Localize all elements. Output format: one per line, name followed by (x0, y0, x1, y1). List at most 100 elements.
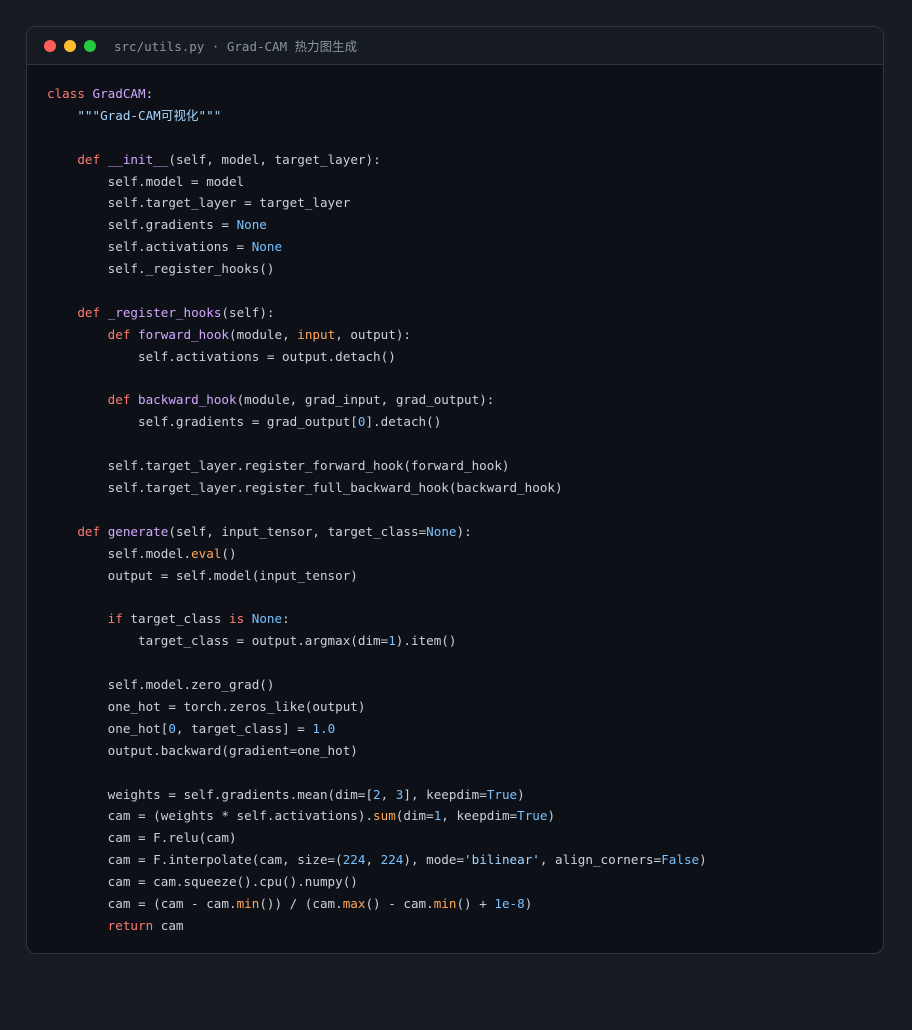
code-token: input (297, 326, 336, 342)
code-token: def (77, 304, 101, 320)
code-token: __init__ (107, 151, 169, 167)
code-token: ) (524, 895, 533, 911)
close-window-button[interactable] (44, 39, 56, 52)
code-line: self.model.zero_grad() (47, 674, 707, 696)
window-titlebar: src/utils.py · Grad-CAM 热力图生成 (27, 27, 883, 65)
code-token: () + (456, 895, 495, 911)
code-token: def (107, 392, 131, 408)
code-token: : (282, 611, 290, 627)
code-token: 224 (342, 852, 366, 868)
code-line: one_hot = torch.zeros_like(output) (47, 696, 707, 718)
code-token: 1e-8 (494, 895, 525, 911)
code-token: None (426, 523, 457, 539)
code-line: one_hot[0, target_class] = 1.0 (47, 718, 707, 740)
code-token: 2 (373, 786, 381, 802)
maximize-window-button[interactable] (84, 39, 96, 52)
code-token: target_class (122, 611, 229, 627)
code-token: 'bilinear' (464, 852, 540, 868)
code-line: ​ (47, 280, 707, 302)
code-line: self.model.eval() (47, 543, 707, 565)
code-token: min (433, 895, 457, 911)
code-line: self.activations = output.detach() (47, 346, 707, 368)
code-token: (self, input_tensor, target_class= (168, 523, 427, 539)
code-token: self._register_hooks() (47, 261, 275, 277)
code-token: 0 (168, 720, 176, 736)
code-token: cam (153, 917, 184, 933)
code-token: generate (107, 523, 169, 539)
code-token: class (47, 86, 85, 101)
code-token: , (380, 786, 396, 802)
code-line: class GradCAM: (47, 83, 707, 105)
code-token: ): (456, 523, 472, 539)
code-token: , (365, 852, 381, 868)
code-line: cam = (cam - cam.min()) / (cam.max() - c… (47, 893, 707, 915)
code-line: cam = cam.squeeze().cpu().numpy() (47, 871, 707, 893)
code-line: cam = F.relu(cam) (47, 827, 707, 849)
code-token: cam = F.relu(cam) (47, 830, 237, 846)
code-token: return (107, 917, 154, 933)
code-token: self.target_layer.register_forward_hook(… (47, 458, 510, 474)
code-token: (module, (229, 326, 298, 342)
code-token: cam = (weights * self.activations). (47, 808, 374, 824)
code-token: None (251, 611, 283, 627)
code-line: self.target_layer.register_full_backward… (47, 477, 707, 499)
code-token: (self): (221, 304, 275, 320)
code-token: , output): (335, 326, 412, 342)
minimize-window-button[interactable] (64, 39, 76, 52)
code-line: ​ (47, 127, 707, 149)
code-token: self.model. (47, 545, 192, 561)
code-token: True (486, 786, 518, 802)
code-line: self.target_layer = target_layer (47, 192, 707, 214)
code-token: cam = F.interpolate(cam, size=( (47, 852, 343, 868)
code-token: forward_hook (138, 326, 230, 342)
window-title: src/utils.py · Grad-CAM 热力图生成 (114, 39, 358, 54)
code-line: weights = self.gradients.mean(dim=[2, 3]… (47, 784, 707, 806)
code-token: ) (547, 808, 556, 824)
code-token: cam = (cam - cam. (47, 895, 237, 911)
code-token: def (107, 326, 131, 342)
code-line: ​ (47, 499, 707, 521)
code-token: def (77, 151, 101, 167)
code-token: self.gradients = grad_output[ (47, 414, 358, 430)
code-token: target_class = output.argmax(dim= (47, 633, 389, 649)
code-line: return cam (47, 915, 707, 937)
code-token: , target_class] = (175, 720, 313, 736)
code-token: self.target_layer = target_layer (47, 195, 351, 211)
code-line: self.gradients = grad_output[0].detach() (47, 411, 707, 433)
code-line: def forward_hook(module, input, output): (47, 324, 707, 346)
code-line: target_class = output.argmax(dim=1).item… (47, 630, 707, 652)
code-token: one_hot = torch.zeros_like(output) (47, 698, 366, 714)
code-token: ).item() (395, 633, 457, 649)
code-token: min (236, 895, 260, 911)
code-token: self.model.zero_grad() (47, 677, 275, 693)
code-line: def __init__(self, model, target_layer): (47, 149, 707, 171)
code-token: (self, model, target_layer): (168, 151, 381, 167)
code-token: if (107, 611, 123, 627)
code-line: cam = (weights * self.activations).sum(d… (47, 805, 707, 827)
code-token: self.gradients = (47, 217, 237, 233)
code-token: cam = cam.squeeze().cpu().numpy() (47, 874, 358, 890)
code-line: ​ (47, 368, 707, 390)
code-line: ​ (47, 652, 707, 674)
code-token: self.activations = (47, 239, 252, 255)
code-token: (dim= (395, 808, 434, 824)
code-token: ), mode= (403, 852, 465, 868)
code-token: ].detach() (365, 414, 442, 430)
code-window: src/utils.py · Grad-CAM 热力图生成 class Grad… (26, 26, 884, 954)
code-token: False (661, 852, 700, 868)
code-line: self.model = model (47, 171, 707, 193)
code-token: None (251, 239, 283, 255)
code-editor[interactable]: class GradCAM: """Grad-CAM可视化""" ​ def __… (47, 83, 707, 937)
code-token: is (229, 611, 245, 627)
code-line: self.activations = None (47, 236, 707, 258)
code-token: 1 (388, 633, 396, 649)
